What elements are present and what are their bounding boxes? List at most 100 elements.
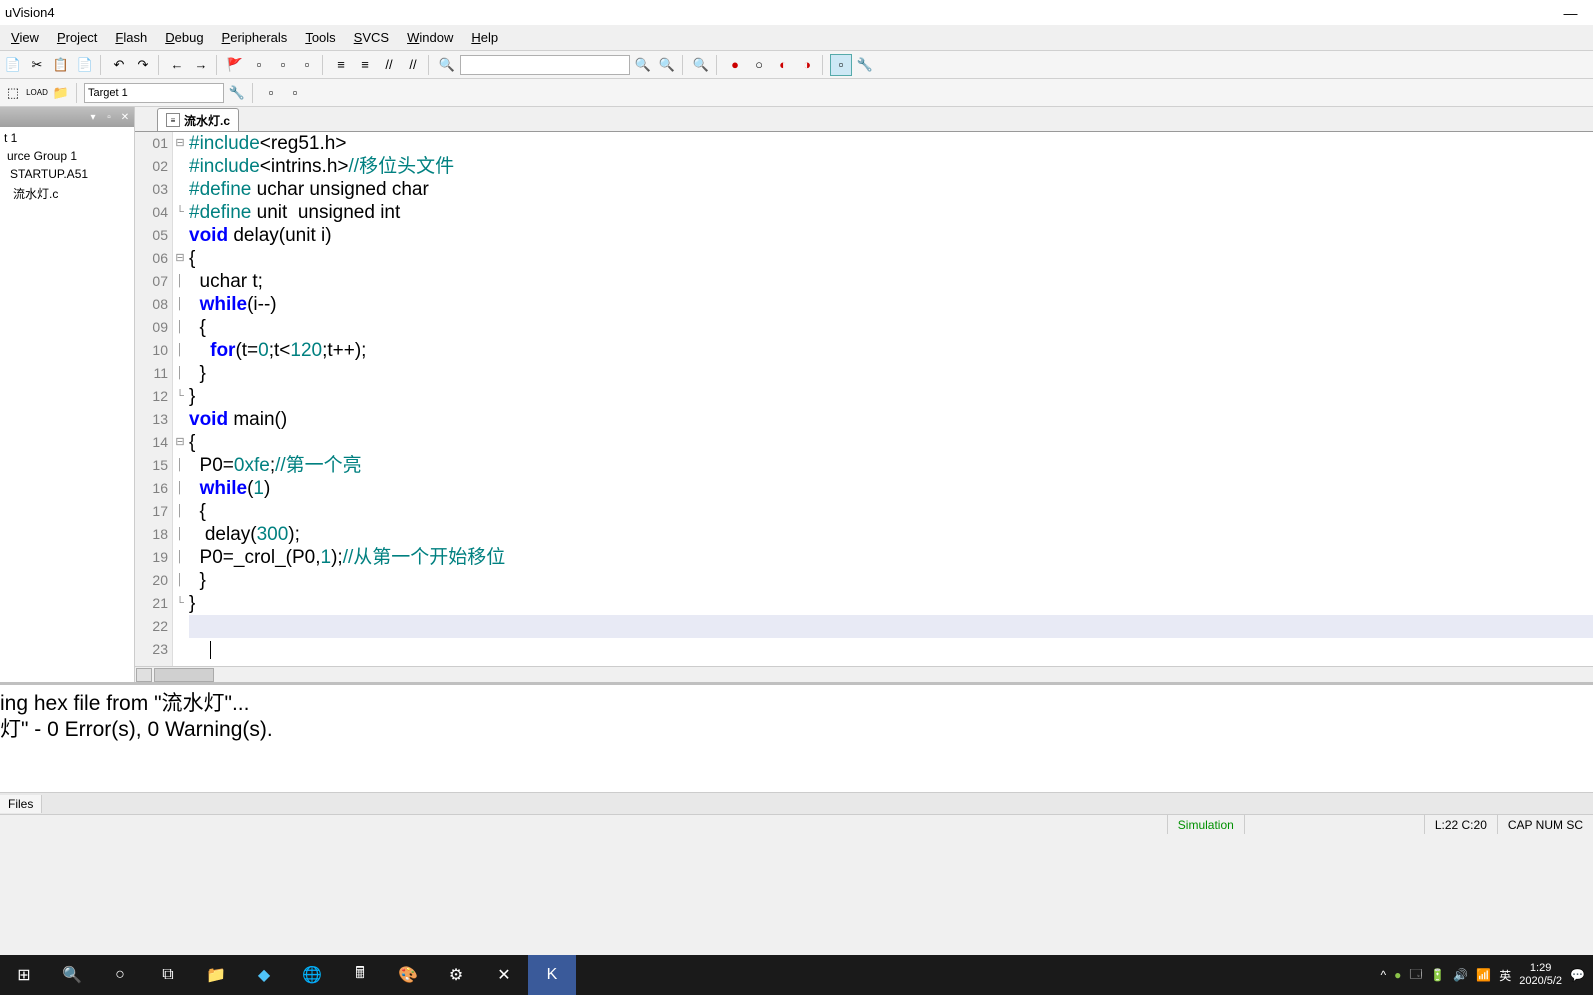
undo-icon[interactable]: ↶ xyxy=(108,54,130,76)
keil-icon[interactable]: K xyxy=(528,955,576,995)
code-line[interactable] xyxy=(189,615,1593,638)
breakpoint-insert-icon[interactable]: ● xyxy=(724,54,746,76)
code-line[interactable]: void delay(unit i) xyxy=(189,224,1593,247)
system-tray[interactable]: ^ ● 🗔 🔋 🔊 📶 英 1:29 2020/5/2 💬 xyxy=(1380,962,1593,988)
pane-dropdown-icon[interactable]: ▾ xyxy=(86,110,100,124)
tray-ime[interactable]: 英 xyxy=(1499,967,1511,984)
browser-icon[interactable]: 🌐 xyxy=(288,955,336,995)
start-button[interactable]: ⊞ xyxy=(0,955,48,995)
code-editor[interactable]: 0102030405060708091011121314151617181920… xyxy=(135,132,1593,666)
comment-icon[interactable]: // xyxy=(378,54,400,76)
code-line[interactable]: { xyxy=(189,431,1593,454)
code-line[interactable]: for(t=0;t<120;t++); xyxy=(189,339,1593,362)
indent-icon[interactable]: ≡ xyxy=(330,54,352,76)
find-prev-icon[interactable]: 🔍 xyxy=(656,54,678,76)
menu-view[interactable]: View xyxy=(2,27,48,48)
code-line[interactable]: void main() xyxy=(189,408,1593,431)
file-tab[interactable]: ≡ 流水灯.c xyxy=(157,108,239,131)
app3-icon[interactable]: ✕ xyxy=(480,955,528,995)
tray-network-icon[interactable]: 📶 xyxy=(1476,968,1491,982)
code-line[interactable]: #define unit unsigned int xyxy=(189,201,1593,224)
settings-icon[interactable]: ⚙ xyxy=(432,955,480,995)
app1-icon[interactable]: ◆ xyxy=(240,955,288,995)
manage-icon[interactable]: ▫ xyxy=(260,82,282,104)
translate-icon[interactable]: ⬚ xyxy=(2,82,24,104)
menu-debug[interactable]: Debug xyxy=(156,27,212,48)
tray-notification-icon[interactable]: 💬 xyxy=(1570,968,1585,982)
copy-icon[interactable]: 📋 xyxy=(50,54,72,76)
menu-flash[interactable]: Flash xyxy=(106,27,156,48)
debug-icon[interactable]: 🔍 xyxy=(690,54,712,76)
tree-item[interactable]: STARTUP.A51 xyxy=(4,165,130,183)
scroll-left-icon[interactable] xyxy=(136,668,152,682)
code-line[interactable]: delay(300); xyxy=(189,523,1593,546)
code-line[interactable]: #include<intrins.h>//移位头文件 xyxy=(189,155,1593,178)
code-line[interactable]: while(1) xyxy=(189,477,1593,500)
paste-icon[interactable]: 📄 xyxy=(74,54,96,76)
bookmark-clear-icon[interactable]: ▫ xyxy=(296,54,318,76)
redo-icon[interactable]: ↷ xyxy=(132,54,154,76)
breakpoint-kill-icon[interactable]: ◐ xyxy=(772,54,794,76)
menu-help[interactable]: Help xyxy=(462,27,507,48)
target-select[interactable]: Target 1 xyxy=(84,83,224,103)
tray-volume-icon[interactable]: 🔊 xyxy=(1453,968,1468,982)
back-icon[interactable]: ← xyxy=(166,54,188,76)
bookmark-next-icon[interactable]: ▫ xyxy=(272,54,294,76)
options-icon[interactable]: 🔧 xyxy=(226,82,248,104)
outdent-icon[interactable]: ≡ xyxy=(354,54,376,76)
tray-power-icon[interactable]: 🔋 xyxy=(1430,968,1445,982)
uncomment-icon[interactable]: // xyxy=(402,54,424,76)
code-line[interactable]: uchar t; xyxy=(189,270,1593,293)
books-icon[interactable]: ▫ xyxy=(284,82,306,104)
rebuild-icon[interactable]: 📁 xyxy=(50,82,72,104)
window-icon[interactable]: ▫ xyxy=(830,54,852,76)
scroll-thumb[interactable] xyxy=(154,668,214,682)
code-line[interactable]: } xyxy=(189,385,1593,408)
tray-battery-icon[interactable]: 🗔 xyxy=(1409,965,1422,986)
code-line[interactable]: { xyxy=(189,247,1593,270)
config-icon[interactable]: 🔧 xyxy=(854,54,876,76)
build-icon[interactable]: LOAD xyxy=(26,82,48,104)
breakpoint-disable-icon[interactable]: ○ xyxy=(748,54,770,76)
find-next-icon[interactable]: 🔍 xyxy=(632,54,654,76)
code-line[interactable]: } xyxy=(189,569,1593,592)
new-file-icon[interactable]: 📄 xyxy=(2,54,24,76)
cortana-icon[interactable]: ○ xyxy=(96,955,144,995)
calculator-icon[interactable]: 🖩 xyxy=(336,955,384,995)
pane-close-icon[interactable]: ✕ xyxy=(118,110,132,124)
forward-icon[interactable]: → xyxy=(190,54,212,76)
pane-pin-icon[interactable]: ▫ xyxy=(102,110,116,124)
breakpoint-clear-icon[interactable]: ◑ xyxy=(796,54,818,76)
find-combo[interactable] xyxy=(460,55,630,75)
search-icon[interactable]: 🔍 xyxy=(48,955,96,995)
bookmark-icon[interactable]: 🚩 xyxy=(224,54,246,76)
tray-clock[interactable]: 1:29 2020/5/2 xyxy=(1519,962,1562,988)
menu-tools[interactable]: Tools xyxy=(296,27,344,48)
tray-chevron-icon[interactable]: ^ xyxy=(1380,968,1386,982)
explorer-icon[interactable]: 📁 xyxy=(192,955,240,995)
app2-icon[interactable]: 🎨 xyxy=(384,955,432,995)
code-line[interactable]: { xyxy=(189,500,1593,523)
tree-item[interactable]: t 1 xyxy=(4,129,130,147)
horizontal-scrollbar[interactable] xyxy=(135,666,1593,682)
tree-item[interactable]: 流水灯.c xyxy=(4,183,130,204)
menu-window[interactable]: Window xyxy=(398,27,462,48)
taskview-icon[interactable]: ⧉ xyxy=(144,955,192,995)
code-line[interactable] xyxy=(189,638,1593,661)
cut-icon[interactable]: ✂ xyxy=(26,54,48,76)
code-line[interactable]: P0=0xfe;//第一个亮 xyxy=(189,454,1593,477)
code-line[interactable]: #include<reg51.h> xyxy=(189,132,1593,155)
project-tree[interactable]: t 1urce Group 1STARTUP.A51流水灯.c xyxy=(0,127,134,206)
menu-svcs[interactable]: SVCS xyxy=(345,27,398,48)
code-line[interactable]: } xyxy=(189,362,1593,385)
code-line[interactable]: { xyxy=(189,316,1593,339)
code-line[interactable]: P0=_crol_(P0,1);//从第一个开始移位 xyxy=(189,546,1593,569)
find-icon[interactable]: 🔍 xyxy=(436,54,458,76)
minimize-button[interactable]: — xyxy=(1548,0,1593,25)
menu-project[interactable]: Project xyxy=(48,27,106,48)
bookmark-prev-icon[interactable]: ▫ xyxy=(248,54,270,76)
menu-peripherals[interactable]: Peripherals xyxy=(213,27,297,48)
code-line[interactable]: #define uchar unsigned char xyxy=(189,178,1593,201)
tray-cloud-icon[interactable]: ● xyxy=(1394,968,1401,982)
output-tab[interactable]: Files xyxy=(0,795,42,813)
